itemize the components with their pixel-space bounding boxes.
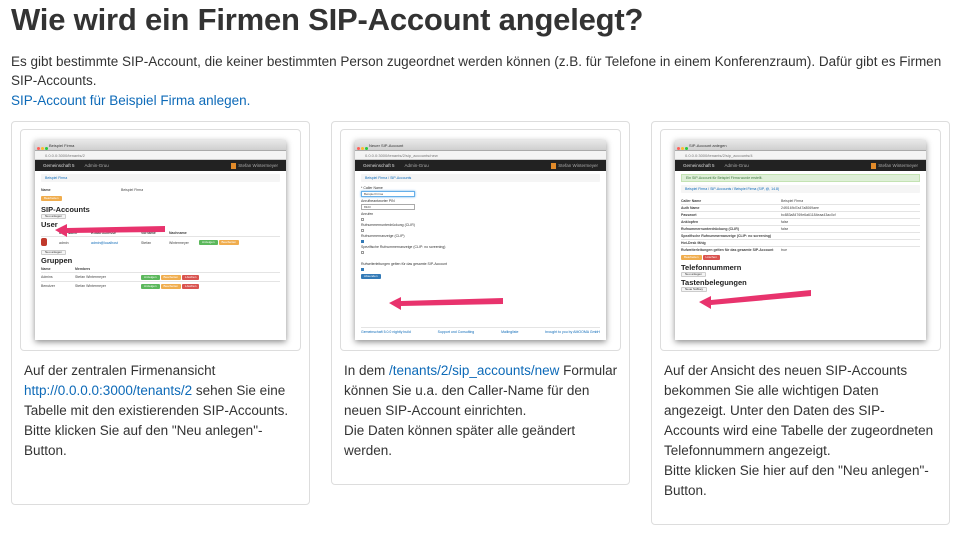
screenshot-thumbnail[interactable]: Beispiel Firma 0.0.0.0:3000/tenants/2 Ge… — [20, 129, 301, 351]
tenant-link[interactable]: http://0.0.0.0:3000/tenants/2 — [24, 383, 192, 398]
intro-text: Es gibt bestimmte SIP-Account, die keine… — [11, 54, 942, 88]
user-icon — [231, 162, 237, 169]
mini-heading-groups: Gruppen — [41, 256, 73, 265]
mini-breadcrumb: Beispiel Firma / SIP-Accounts / Beispiel… — [681, 185, 920, 193]
card-tenant-view: Beispiel Firma 0.0.0.0:3000/tenants/2 Ge… — [11, 121, 310, 505]
mini-new-button: Neu anlegen — [41, 214, 67, 220]
new-form-link[interactable]: /tenants/2/sip_accounts/new — [389, 363, 559, 378]
mini-url-bar: 0.0.0.0:3000/tenants/2/sip_accounts/4 — [675, 151, 926, 160]
caption: In dem /tenants/2/sip_accounts/new Formu… — [344, 363, 618, 458]
mini-content: Beispiel Firma Name Beispiel Firma Bearbe… — [35, 171, 286, 293]
mini-heading-keys: Tastenbelegungen — [681, 278, 747, 287]
user-icon — [871, 162, 877, 169]
mini-pin-input: 8323 — [361, 204, 415, 210]
mini-browser: Beispiel Firma 0.0.0.0:3000/tenants/2 Ge… — [35, 140, 286, 340]
caption: Auf der Ansicht des neuen SIP-Accounts b… — [664, 363, 934, 498]
mini-titlebar: SIP-Account anlegen — [675, 140, 926, 151]
mini-new-button: Neu anlegen — [681, 272, 707, 278]
card-sip-account-view: SIP-Account anlegen 0.0.0.0:3000/tenants… — [651, 121, 950, 525]
mini-heading-numbers: Telefonnummern — [681, 263, 742, 272]
mini-success-alert: Ein SIP-Account für Beispiel Firma wurde… — [681, 174, 920, 182]
mini-browser: SIP-Account anlegen 0.0.0.0:3000/tenants… — [675, 140, 926, 340]
screenshot-thumbnail[interactable]: SIP-Account anlegen 0.0.0.0:3000/tenants… — [660, 129, 941, 351]
mini-content: Ein SIP-Account für Beispiel Firma wurde… — [675, 171, 926, 296]
user-icon — [551, 162, 557, 169]
mini-heading-sip: SIP-Accounts — [41, 205, 90, 214]
screenshot-thumbnail[interactable]: Neuer SIP-Account 0.0.0.0:3000/tenants/2… — [340, 129, 621, 351]
mini-url-bar: 0.0.0.0:3000/tenants/2/sip_accounts/new — [355, 151, 606, 160]
mini-url-bar: 0.0.0.0:3000/tenants/2 — [35, 151, 286, 160]
page-title: Wie wird ein Firmen SIP-Account angelegt… — [11, 2, 644, 37]
mini-navbar: Gemeinschaft 5 Admin-Gruu Stefan Wintermey… — [675, 160, 926, 171]
mini-edit-button: Bearbeiten — [41, 196, 62, 202]
intro-link[interactable]: SIP-Account für Beispiel Firma anlegen. — [11, 91, 250, 110]
mini-breadcrumb: Beispiel Firma / SIP-Accounts — [361, 174, 600, 182]
mini-footer: Gemeinschaft 5.0.0 nightly build Support … — [361, 327, 600, 336]
mini-titlebar: Beispiel Firma — [35, 140, 286, 151]
caption: Auf der zentralen Firmenansicht http://0… — [24, 363, 289, 458]
mini-navbar: Gemeinschaft 5 Admin-Gruu Stefan Wintermey… — [35, 160, 286, 171]
mini-breadcrumb: Beispiel Firma — [41, 174, 280, 182]
mini-caller-name-input: Beispiel Firma — [361, 191, 415, 197]
mini-navbar: Gemeinschaft 5 Admin-Gruu Stefan Wintermey… — [355, 160, 606, 171]
mini-heading-user: User — [41, 220, 58, 229]
mini-titlebar: Neuer SIP-Account — [355, 140, 606, 151]
mini-browser: Neuer SIP-Account 0.0.0.0:3000/tenants/2… — [355, 140, 606, 340]
mini-form: Beispiel Firma / SIP-Accounts * Caller N… — [355, 171, 606, 283]
card-new-form: Neuer SIP-Account 0.0.0.0:3000/tenants/2… — [331, 121, 630, 485]
mini-submit-button: Absenden — [361, 274, 381, 280]
